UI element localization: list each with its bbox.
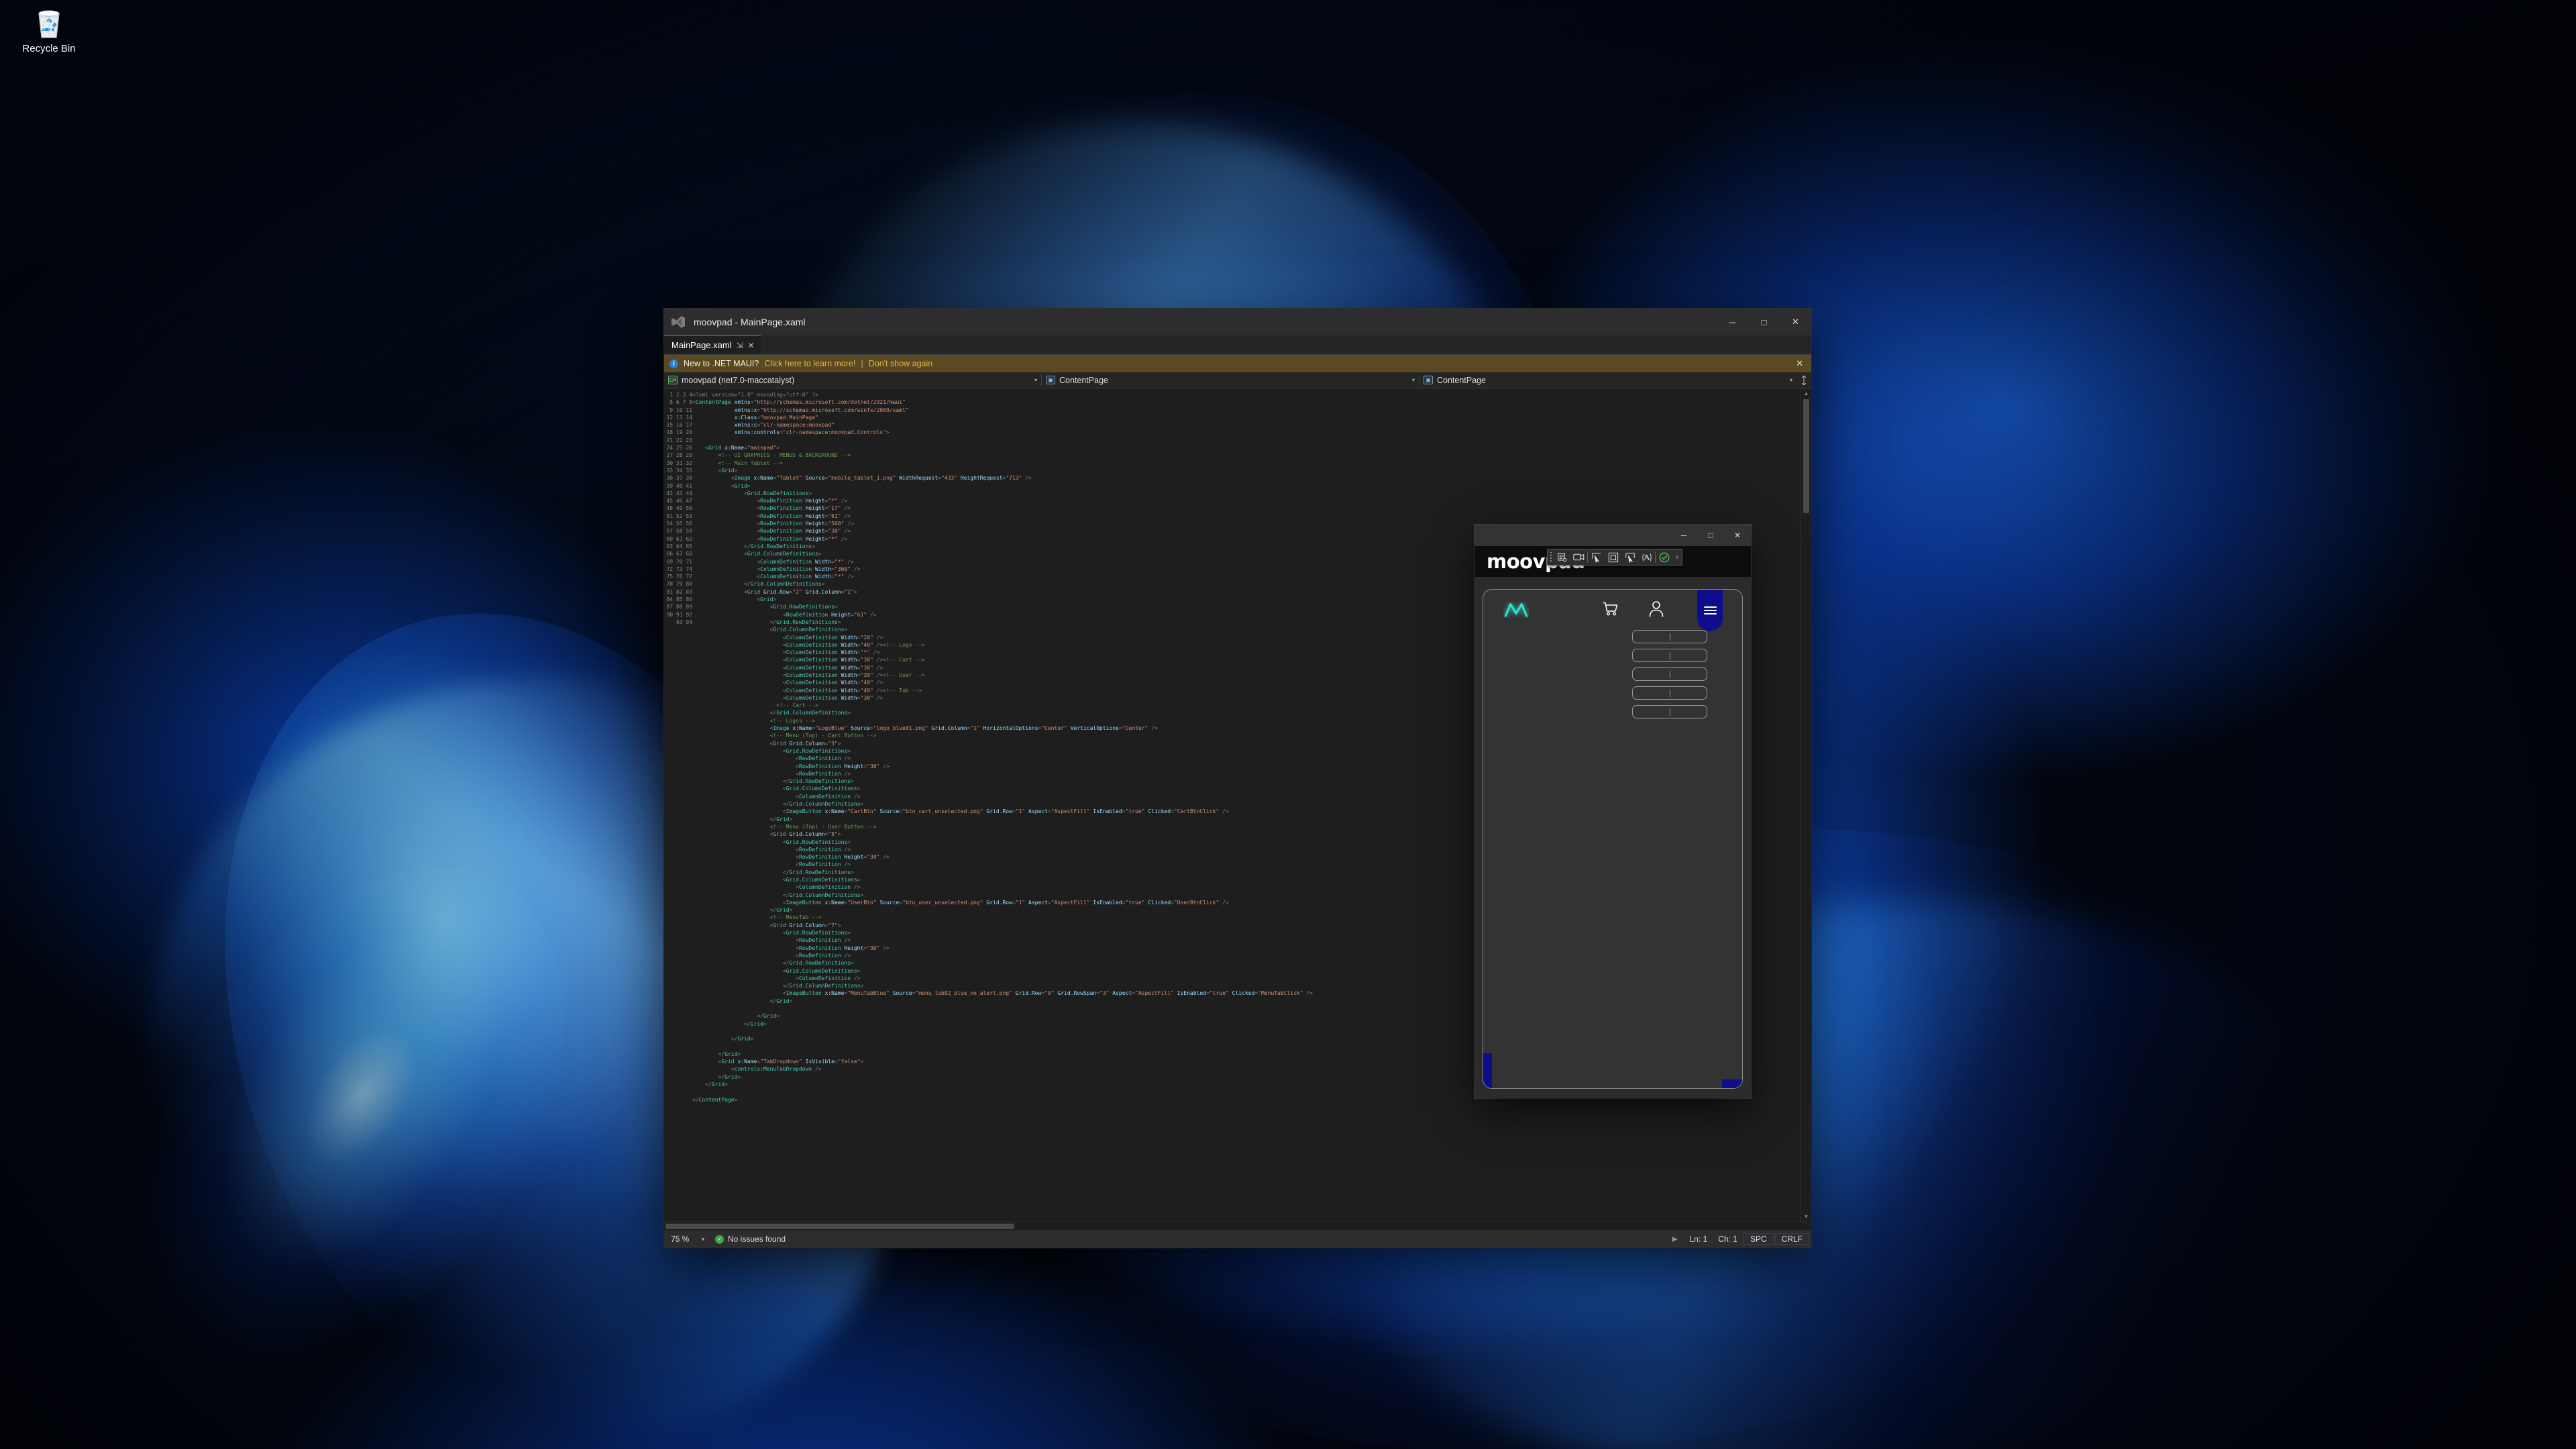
contentpage-type-icon: ▣ xyxy=(1046,376,1055,384)
moovpad-app-window: ─ □ ✕ moovpad xyxy=(1474,525,1751,1098)
xaml-live-preview-toolbar[interactable]: ‹ xyxy=(1547,549,1682,566)
menu-tab-button[interactable] xyxy=(1697,590,1723,631)
drag-grip-icon[interactable] xyxy=(1548,549,1554,566)
app-body xyxy=(1474,577,1751,1098)
line-indicator[interactable]: Ln: 1 xyxy=(1684,1230,1713,1248)
vs-window-controls: ─ □ ✕ xyxy=(1717,309,1811,335)
tablet-top-menu-bar xyxy=(1483,590,1742,631)
user-account-icon[interactable] xyxy=(1648,600,1664,618)
desktop-icon-recycle-bin[interactable]: Recycle Bin xyxy=(5,5,93,54)
vs-tab-strip: MainPage.xaml ⇲ ✕ xyxy=(664,335,1811,355)
check-circle-icon: ✓ xyxy=(715,1234,724,1244)
scroll-down-icon[interactable]: ▼ xyxy=(1801,1212,1811,1221)
square-outline-icon[interactable] xyxy=(1605,549,1621,566)
editor-vertical-scrollbar[interactable]: ▲ ▼ xyxy=(1801,388,1811,1221)
vs-status-bar: 75 % ▾ ✓ No issues found ▶ Ln: 1 Ch: 1 S… xyxy=(664,1230,1811,1248)
hot-reload-flame-icon[interactable] xyxy=(1638,549,1655,566)
spaces-indicator[interactable]: SPC xyxy=(1743,1233,1774,1245)
chevron-down-icon[interactable]: ▾ xyxy=(1029,377,1037,383)
dropdown-row[interactable] xyxy=(1632,686,1707,700)
vs-minimize-button[interactable]: ─ xyxy=(1717,309,1748,335)
app-title-bar[interactable]: ─ □ ✕ xyxy=(1474,525,1751,546)
vertical-scroll-thumb[interactable] xyxy=(1803,399,1809,513)
app-minimize-button[interactable]: ─ xyxy=(1670,525,1697,546)
vs-window-title: moovpad - MainPage.xaml xyxy=(694,317,806,327)
app-close-button[interactable]: ✕ xyxy=(1724,525,1751,546)
dont-show-again-link[interactable]: Don't show again xyxy=(869,359,933,368)
dropdown-row[interactable] xyxy=(1632,630,1707,643)
wallpaper-swirl-4 xyxy=(28,788,656,1449)
play-arrow-icon[interactable]: ▶ xyxy=(1666,1236,1684,1243)
tab-label: MainPage.xaml xyxy=(672,340,732,350)
project-dropdown[interactable]: C# moovpad (net7.0-maccatalyst) ▾ xyxy=(664,373,1041,388)
status-bar-right: ▶ Ln: 1 Ch: 1 SPC CRLF xyxy=(1666,1230,1810,1248)
member-dropdown-value: ContentPage xyxy=(1437,375,1486,385)
tablet-mockup xyxy=(1483,589,1743,1089)
project-dropdown-value: moovpad (net7.0-maccatalyst) xyxy=(682,375,795,385)
tablet-accent-bottom-right xyxy=(1722,1079,1742,1088)
maui-info-bar: i New to .NET MAUI? Click here to learn … xyxy=(664,355,1811,372)
issues-status[interactable]: ✓ No issues found xyxy=(710,1230,791,1248)
moovpad-m-logo-icon[interactable] xyxy=(1503,602,1529,618)
info-bar-close-icon[interactable]: ✕ xyxy=(1796,358,1806,369)
dropdown-row[interactable] xyxy=(1632,667,1707,681)
tablet-accent-bottom-left xyxy=(1483,1053,1492,1088)
recycle-bin-icon xyxy=(32,5,66,40)
column-indicator[interactable]: Ch: 1 xyxy=(1713,1230,1743,1248)
green-check-circle-icon[interactable] xyxy=(1656,549,1672,566)
shopping-cart-icon[interactable] xyxy=(1603,601,1619,617)
pointer-in-frame-icon[interactable] xyxy=(1621,549,1638,566)
pin-icon[interactable]: ⇲ xyxy=(737,341,743,350)
issues-status-label: No issues found xyxy=(728,1234,786,1244)
app-maximize-button[interactable]: □ xyxy=(1697,525,1724,546)
csharp-project-icon: C# xyxy=(668,376,678,384)
learn-more-link[interactable]: Click here to learn more! xyxy=(764,359,855,368)
zoom-level-value: 75 % xyxy=(671,1234,690,1244)
type-dropdown[interactable]: ▣ ContentPage ▾ xyxy=(1042,373,1419,388)
tab-mainpage-xaml[interactable]: MainPage.xaml ⇲ ✕ xyxy=(664,335,761,354)
dropdown-row[interactable] xyxy=(1632,649,1707,662)
scroll-up-icon[interactable]: ▲ xyxy=(1801,388,1811,398)
split-view-button[interactable] xyxy=(1796,373,1811,388)
type-dropdown-value: ContentPage xyxy=(1059,375,1108,385)
contentpage-member-icon: ▣ xyxy=(1424,376,1433,384)
visual-studio-icon xyxy=(671,315,686,329)
line-endings-indicator[interactable]: CRLF xyxy=(1774,1233,1809,1245)
horizontal-scroll-thumb[interactable] xyxy=(665,1224,1014,1229)
recycle-bin-label: Recycle Bin xyxy=(22,43,76,54)
vs-title-bar[interactable]: moovpad - MainPage.xaml ─ □ ✕ xyxy=(664,309,1811,335)
live-preview-settings-icon[interactable] xyxy=(1554,549,1570,566)
info-bar-message: New to .NET MAUI? xyxy=(684,359,759,368)
info-bar-separator: | xyxy=(861,359,863,368)
chevron-down-icon[interactable]: ▾ xyxy=(1784,377,1792,383)
member-dropdown[interactable]: ▣ ContentPage ▾ xyxy=(1419,373,1796,388)
split-editor-icon xyxy=(1801,375,1807,385)
menu-tab-dropdown[interactable] xyxy=(1632,630,1707,724)
line-number-gutter: 1 2 3 4 5 6 7 8 9 10 11 12 13 14 15 16 1… xyxy=(664,388,692,1221)
zoom-level-control[interactable]: 75 % ▾ xyxy=(665,1230,710,1248)
hamburger-menu-icon xyxy=(1703,604,1717,616)
chevron-left-icon[interactable]: ‹ xyxy=(1672,549,1682,566)
editor-horizontal-scrollbar[interactable] xyxy=(664,1221,1811,1230)
video-camera-icon[interactable] xyxy=(1570,549,1587,566)
chevron-down-icon[interactable]: ▾ xyxy=(1407,377,1415,383)
vs-maximize-button[interactable]: □ xyxy=(1748,309,1780,335)
info-icon: i xyxy=(669,359,678,368)
dropdown-row[interactable] xyxy=(1632,705,1707,718)
close-icon[interactable]: ✕ xyxy=(748,341,755,350)
chevron-down-icon[interactable]: ▾ xyxy=(702,1236,704,1242)
pointer-arrow-icon[interactable] xyxy=(1588,549,1605,566)
vs-close-button[interactable]: ✕ xyxy=(1780,309,1811,335)
vs-navigation-bar: C# moovpad (net7.0-maccatalyst) ▾ ▣ Cont… xyxy=(664,372,1811,388)
